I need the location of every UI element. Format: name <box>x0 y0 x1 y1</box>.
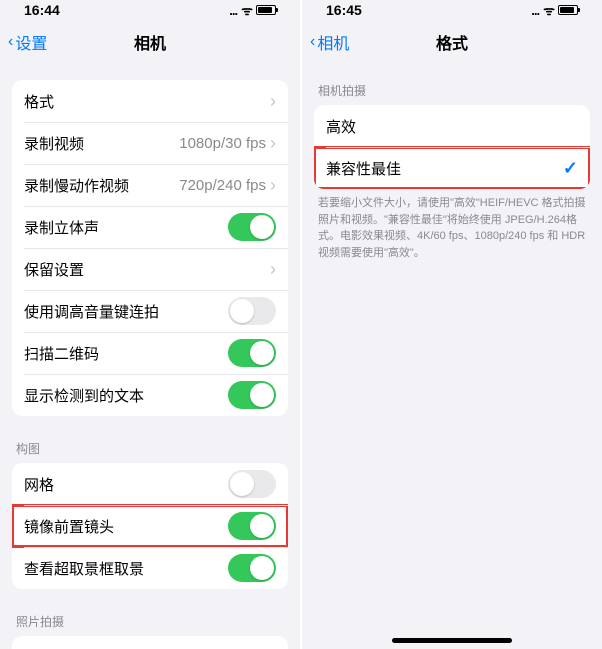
checkmark-icon: ✓ <box>563 158 578 179</box>
back-button[interactable]: ‹ 设置 <box>8 30 47 54</box>
wifi-icon: ᯤ <box>241 1 252 19</box>
back-label: 设置 <box>15 30 47 54</box>
chevron-right-icon: › <box>270 176 276 194</box>
switch-knob <box>250 215 274 239</box>
row-label: 兼容性最佳 <box>326 158 563 179</box>
switch-knob <box>230 299 254 323</box>
settings-group-1: 格式›录制视频1080p/30 fps›录制慢动作视频720p/240 fps›… <box>12 80 288 416</box>
settings-row[interactable]: 扫描二维码 <box>12 332 288 374</box>
row-detail: 1080p/30 fps <box>179 135 266 152</box>
switch-knob <box>250 514 274 538</box>
nav-bar: ‹ 相机 格式 <box>302 20 602 64</box>
formats-screen: 16:45 ... ᯤ ‹ 相机 格式 相机拍摄 高效兼容性最佳✓ 若要缩小文件… <box>302 0 602 649</box>
toggle-switch[interactable] <box>228 339 276 367</box>
settings-row[interactable]: 格式› <box>12 80 288 122</box>
section-header-composition: 构图 <box>12 422 288 463</box>
settings-row[interactable]: 使用调高音量键连拍 <box>12 290 288 332</box>
row-label: 网格 <box>24 474 228 495</box>
settings-group-composition: 网格镜像前置镜头查看超取景框取景 <box>12 463 288 589</box>
back-label: 相机 <box>317 30 349 54</box>
row-label: 保留设置 <box>24 259 270 280</box>
settings-row[interactable]: 镜像前置镜头 <box>12 505 288 547</box>
toggle-switch[interactable] <box>228 512 276 540</box>
chevron-right-icon: › <box>270 92 276 110</box>
battery-icon <box>558 5 578 15</box>
nav-bar: ‹ 设置 相机 <box>0 20 300 64</box>
switch-knob <box>230 472 254 496</box>
switch-knob <box>250 341 274 365</box>
settings-row[interactable]: 保留设置› <box>12 248 288 290</box>
camera-settings-screen: 16:44 ... ᯤ ‹ 设置 相机 格式›录制视频1080p/30 fps›… <box>0 0 300 649</box>
formats-group: 高效兼容性最佳✓ <box>314 105 590 189</box>
content: 相机拍摄 高效兼容性最佳✓ 若要缩小文件大小，请使用"高效"HEIF/HEVC … <box>302 64 602 649</box>
back-button[interactable]: ‹ 相机 <box>310 30 349 54</box>
chevron-right-icon: › <box>270 260 276 278</box>
row-label: 显示检测到的文本 <box>24 385 228 406</box>
status-right: ... ᯤ <box>531 1 578 19</box>
row-label: 镜像前置镜头 <box>24 516 228 537</box>
chevron-left-icon: ‹ <box>310 33 315 51</box>
section-header-capture: 相机拍摄 <box>314 64 590 105</box>
row-label: 高效 <box>326 116 578 137</box>
home-indicator[interactable] <box>392 638 512 643</box>
row-label: 录制立体声 <box>24 217 228 238</box>
settings-row[interactable]: 摄影风格› <box>12 636 288 649</box>
chevron-right-icon: › <box>270 134 276 152</box>
wifi-icon: ᯤ <box>543 1 554 19</box>
chevron-left-icon: ‹ <box>8 33 13 51</box>
settings-row[interactable]: 录制视频1080p/30 fps› <box>12 122 288 164</box>
settings-row[interactable]: 录制立体声 <box>12 206 288 248</box>
row-label: 格式 <box>24 91 270 112</box>
settings-row[interactable]: 查看超取景框取景 <box>12 547 288 589</box>
settings-row[interactable]: 显示检测到的文本 <box>12 374 288 416</box>
status-time: 16:44 <box>24 2 60 18</box>
toggle-switch[interactable] <box>228 470 276 498</box>
toggle-switch[interactable] <box>228 554 276 582</box>
toggle-switch[interactable] <box>228 381 276 409</box>
status-right: ... ᯤ <box>229 1 276 19</box>
row-label: 查看超取景框取景 <box>24 558 228 579</box>
settings-group-photo: 摄影风格› <box>12 636 288 649</box>
content: 格式›录制视频1080p/30 fps›录制慢动作视频720p/240 fps›… <box>0 64 300 649</box>
status-time: 16:45 <box>326 2 362 18</box>
row-label: 录制慢动作视频 <box>24 175 179 196</box>
format-option-row[interactable]: 兼容性最佳✓ <box>314 147 590 189</box>
settings-row[interactable]: 网格 <box>12 463 288 505</box>
row-label: 扫描二维码 <box>24 343 228 364</box>
format-option-row[interactable]: 高效 <box>314 105 590 147</box>
settings-row[interactable]: 录制慢动作视频720p/240 fps› <box>12 164 288 206</box>
toggle-switch[interactable] <box>228 213 276 241</box>
row-detail: 720p/240 fps <box>179 177 266 194</box>
row-label: 录制视频 <box>24 133 179 154</box>
row-label: 使用调高音量键连拍 <box>24 301 228 322</box>
footer-text: 若要缩小文件大小，请使用"高效"HEIF/HEVC 格式拍摄照片和视频。"兼容性… <box>314 189 590 261</box>
status-bar: 16:44 ... ᯤ <box>0 0 300 20</box>
section-header-photo: 照片拍摄 <box>12 595 288 636</box>
battery-icon <box>256 5 276 15</box>
switch-knob <box>250 383 274 407</box>
toggle-switch[interactable] <box>228 297 276 325</box>
switch-knob <box>250 556 274 580</box>
status-bar: 16:45 ... ᯤ <box>302 0 602 20</box>
